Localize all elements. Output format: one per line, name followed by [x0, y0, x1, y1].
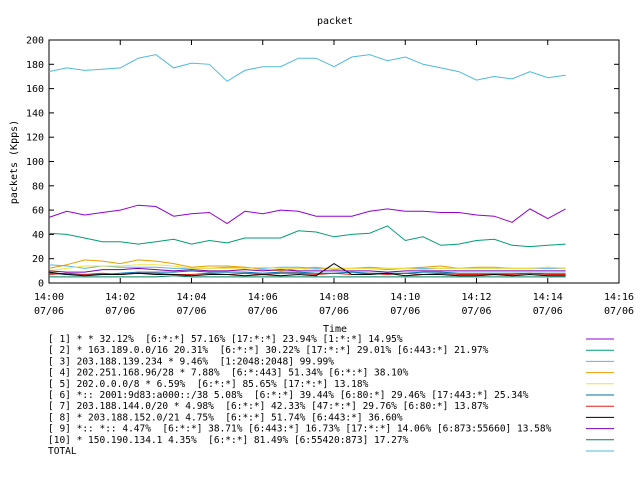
x-tick-label-date: 07/06 [390, 306, 420, 317]
series-line-11 [48, 54, 566, 82]
legend-label-5: [ 5] 202.0.0.0/8 * 6.59% [6:*:*] 85.65% … [48, 379, 369, 390]
x-tick-label-date: 07/06 [105, 306, 135, 317]
legend-label-10: [10] * 150.190.134.1 4.35% [6:*:*] 81.49… [48, 435, 409, 446]
x-tick-label-time: 14:12 [461, 292, 491, 303]
x-tick-label-time: 14:00 [34, 292, 64, 303]
x-tick-label-time: 14:02 [105, 292, 135, 303]
y-tick-label: 40 [32, 230, 44, 241]
legend-label-1: [ 1] * * 32.12% [6:*:*] 57.16% [17:*:*] … [48, 334, 403, 345]
chart-canvas: packet packets (Kpps) Time 0204060801001… [9, 16, 634, 457]
legend-label-8: [ 8] * 203.188.152.0/21 4.75% [6:*:*] 51… [48, 412, 403, 423]
x-tick-label-date: 07/06 [533, 306, 563, 317]
legend-label-9: [ 9] *:: *:: 4.47% [6:*:*] 38.71% [6:443… [48, 424, 552, 435]
x-tick-label-time: 14:14 [533, 292, 563, 303]
legend-label-7: [ 7] 203.188.144.0/20 * 4.98% [6:*:*] 42… [48, 401, 489, 412]
legend-label-4: [ 4] 202.251.168.96/28 * 7.88% [6:*:443]… [48, 368, 409, 379]
legend-label-11: TOTAL [48, 446, 77, 457]
series-line-1 [48, 204, 566, 225]
series-line-10 [49, 275, 566, 278]
y-tick-label: 60 [32, 206, 44, 217]
y-tick-label: 200 [26, 36, 44, 47]
x-tick-label-date: 07/06 [176, 306, 206, 317]
x-tick-label-date: 07/06 [34, 306, 64, 317]
y-tick-label: 80 [32, 181, 44, 192]
y-axis: 0 20 40 60 80 100 120 140 160 180 200 [26, 36, 619, 290]
x-tick-label-date: 07/06 [461, 306, 491, 317]
chart-root: packet packets (Kpps) Time 0 20 40 60 80 100 1… [0, 0, 640, 480]
series-line-2 [48, 225, 566, 248]
y-tick-label: 0 [38, 279, 44, 290]
x-tick-label-date: 07/06 [319, 306, 349, 317]
y-axis-label: packets (Kpps) [9, 120, 20, 204]
legend-label-6: [ 6] *:: 2001:9d83:a000::/38 5.08% [6:*:… [48, 390, 529, 401]
y-tick-label: 140 [26, 108, 44, 119]
x-tick-label-time: 14:08 [319, 292, 349, 303]
chart-title: packet [317, 16, 353, 27]
x-tick-label-date: 07/06 [248, 306, 278, 317]
y-tick-label: 100 [26, 157, 44, 168]
y-tick-label: 180 [26, 60, 44, 71]
x-tick-label-time: 14:04 [176, 292, 206, 303]
x-tick-label-time: 14:16 [604, 292, 634, 303]
x-tick-label-date: 07/06 [604, 306, 634, 317]
legend-label-3: [ 3] 203.188.139.234 * 9.46% [1:2048:204… [48, 356, 334, 367]
legend: [ 1] * * 32.12% [6:*:*] 57.16% [17:*:*] … [48, 334, 614, 457]
y-tick-label: 120 [26, 133, 44, 144]
y-tick-label: 20 [32, 254, 44, 265]
x-tick-label-time: 14:10 [390, 292, 420, 303]
x-tick-label-time: 14:06 [248, 292, 278, 303]
y-tick-label: 160 [26, 84, 44, 95]
legend-label-2: [ 2] * 163.189.0.0/16 20.31% [6:*:*] 30.… [48, 345, 489, 356]
series-lines [48, 54, 566, 278]
